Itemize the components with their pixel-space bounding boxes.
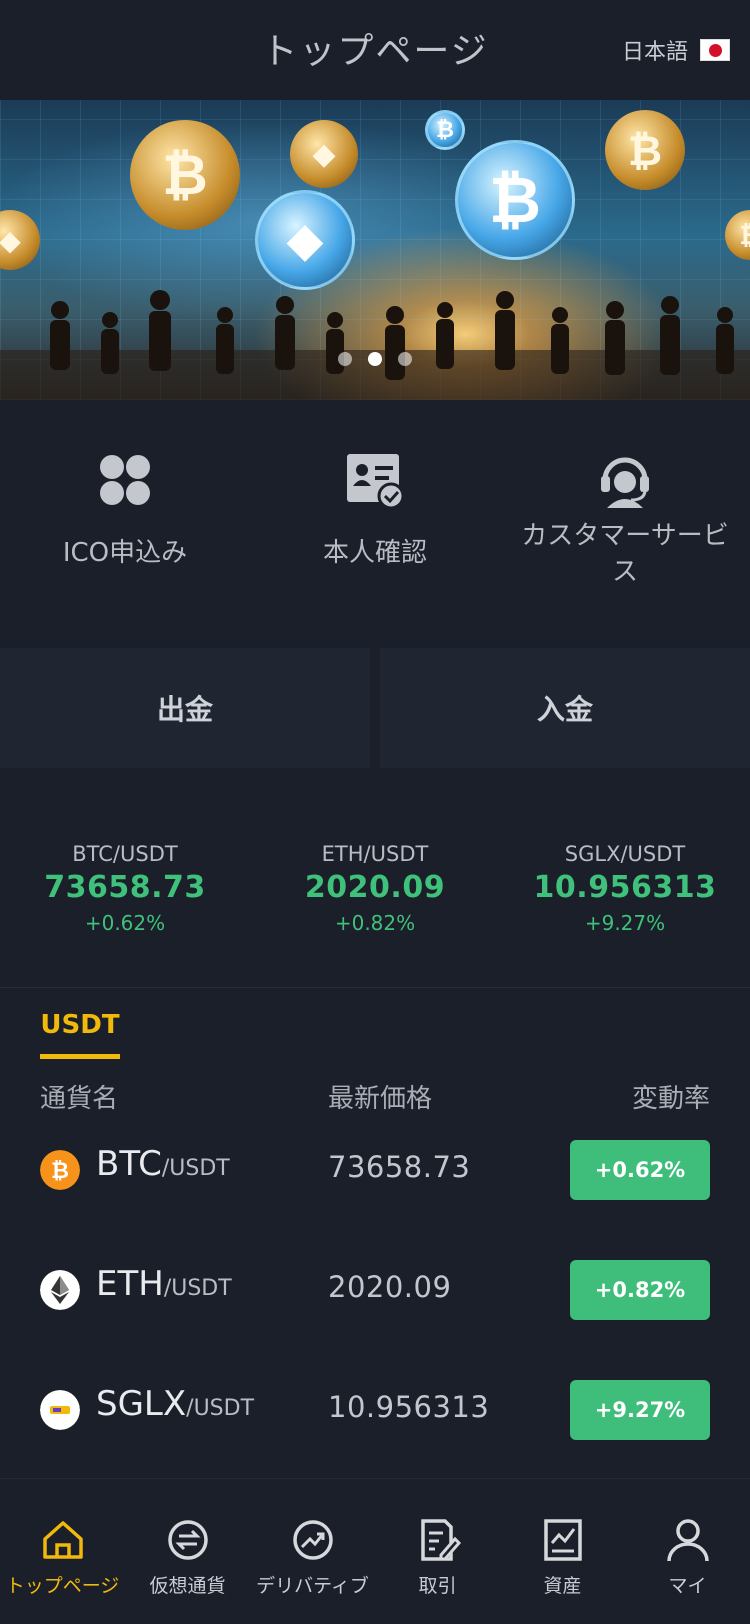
tab-usdt[interactable]: USDT: [40, 1010, 120, 1040]
ticker-pair: BTC/USDT: [72, 842, 178, 866]
ico-apply-label: ICO申込み: [62, 538, 188, 568]
table-row[interactable]: ₿ BTC/USDT 73658.73 +0.62%: [0, 1110, 750, 1230]
nav-label: 資産: [543, 1575, 582, 1597]
nav-label: トップページ: [5, 1575, 120, 1597]
carousel-dot[interactable]: [338, 352, 352, 366]
ico-apply-button[interactable]: ICO申込み: [0, 400, 250, 628]
bitcoin-coin-icon: ₿: [455, 140, 575, 260]
market-list: USDT 通貨名 最新価格 変動率 ₿ BTC/USDT 73658.73 +0…: [0, 988, 750, 1478]
table-row[interactable]: ETH/USDT 2020.09 +0.82%: [0, 1230, 750, 1350]
header: トップページ 日本語: [0, 0, 750, 100]
change-badge[interactable]: +0.82%: [570, 1260, 710, 1320]
assets-chart-icon: [544, 1519, 582, 1561]
nav-item-derivatives[interactable]: デリバティブ: [250, 1479, 375, 1624]
nav-label: 仮想通貨: [149, 1575, 226, 1597]
language-selector[interactable]: 日本語: [622, 34, 730, 66]
customer-service-button[interactable]: カスタマーサービス: [500, 400, 750, 628]
change-badge[interactable]: +9.27%: [570, 1380, 710, 1440]
exchange-icon: [168, 1520, 208, 1560]
user-icon: [667, 1519, 709, 1562]
ticker-change: +0.62%: [84, 911, 166, 935]
ticker-change: +9.27%: [584, 911, 666, 935]
carousel-dot[interactable]: [398, 352, 412, 366]
ticker-item[interactable]: SGLX/USDT 10.956313 +9.27%: [500, 842, 750, 935]
order-document-icon: [421, 1519, 461, 1561]
pair-name: SGLX/USDT: [96, 1384, 255, 1424]
bitcoin-icon: ₿: [40, 1150, 80, 1190]
nav-label: マイ: [668, 1575, 707, 1597]
bitcoin-coin-icon: ₿: [130, 120, 240, 230]
ticker-price: 2020.09: [304, 870, 446, 905]
ticker-price: 10.956313: [533, 870, 717, 905]
funds-actions: 出金 入金: [0, 648, 750, 768]
ticker-pair: ETH/USDT: [321, 842, 429, 866]
id-card-check-icon: [347, 454, 405, 510]
bitcoin-coin-icon: ₿: [605, 110, 685, 190]
ticker-item[interactable]: ETH/USDT 2020.09 +0.82%: [250, 842, 500, 935]
bitcoin-coin-icon: ₿: [425, 110, 465, 150]
table-row[interactable]: SGLX/USDT 10.956313 +9.27%: [0, 1350, 750, 1470]
crowd-silhouettes: [0, 290, 750, 400]
ticker-pair: SGLX/USDT: [564, 842, 686, 866]
nav-label: 取引: [418, 1575, 457, 1597]
customer-service-label: カスタマーサービス: [521, 521, 729, 587]
withdraw-button[interactable]: 出金: [0, 648, 370, 768]
last-price: 2020.09: [328, 1270, 452, 1304]
ethereum-coin-icon: ◆: [290, 120, 358, 188]
tab-underline: [40, 1054, 120, 1059]
home-icon: [43, 1521, 83, 1559]
change-badge[interactable]: +0.62%: [570, 1140, 710, 1200]
carousel-indicator[interactable]: [0, 352, 750, 366]
quick-actions: ICO申込み 本人確認 カスタマーサービス: [0, 400, 750, 628]
nav-item-crypto[interactable]: 仮想通貨: [125, 1479, 250, 1624]
carousel-dot-active[interactable]: [368, 352, 382, 366]
nav-label: デリバティブ: [256, 1575, 369, 1597]
price-ticker: BTC/USDT 73658.73 +0.62% ETH/USDT 2020.0…: [0, 788, 750, 988]
japan-flag-icon: [700, 39, 730, 61]
headset-support-icon: [601, 457, 649, 508]
ticker-change: +0.82%: [334, 911, 416, 935]
promo-banner[interactable]: ₿ ◆ ◆ ₿ ₿ ₿ ◆ ₿: [0, 100, 750, 400]
svg-text:₿: ₿: [51, 1159, 69, 1184]
nav-item-my[interactable]: マイ: [625, 1479, 750, 1624]
grid-four-icon: [100, 455, 150, 505]
pair-name: BTC/USDT: [96, 1144, 230, 1184]
ticker-price: 73658.73: [44, 870, 206, 905]
ticker-item[interactable]: BTC/USDT 73658.73 +0.62%: [0, 842, 250, 935]
bottom-nav: トップページ 仮想通貨 デリバティブ 取引 資産 マイ: [0, 1478, 750, 1624]
deposit-button[interactable]: 入金: [380, 648, 750, 768]
nav-item-home[interactable]: トップページ: [0, 1479, 125, 1624]
sglx-icon: [40, 1390, 80, 1430]
identity-verification-label: 本人確認: [322, 538, 427, 568]
identity-verification-button[interactable]: 本人確認: [250, 400, 500, 628]
pair-name: ETH/USDT: [96, 1264, 232, 1304]
trend-chart-icon: [293, 1520, 333, 1560]
language-label: 日本語: [621, 40, 688, 65]
nav-item-assets[interactable]: 資産: [500, 1479, 625, 1624]
last-price: 73658.73: [328, 1150, 471, 1184]
last-price: 10.956313: [328, 1390, 490, 1424]
nav-item-trade[interactable]: 取引: [375, 1479, 500, 1624]
ethereum-icon: [40, 1270, 80, 1310]
